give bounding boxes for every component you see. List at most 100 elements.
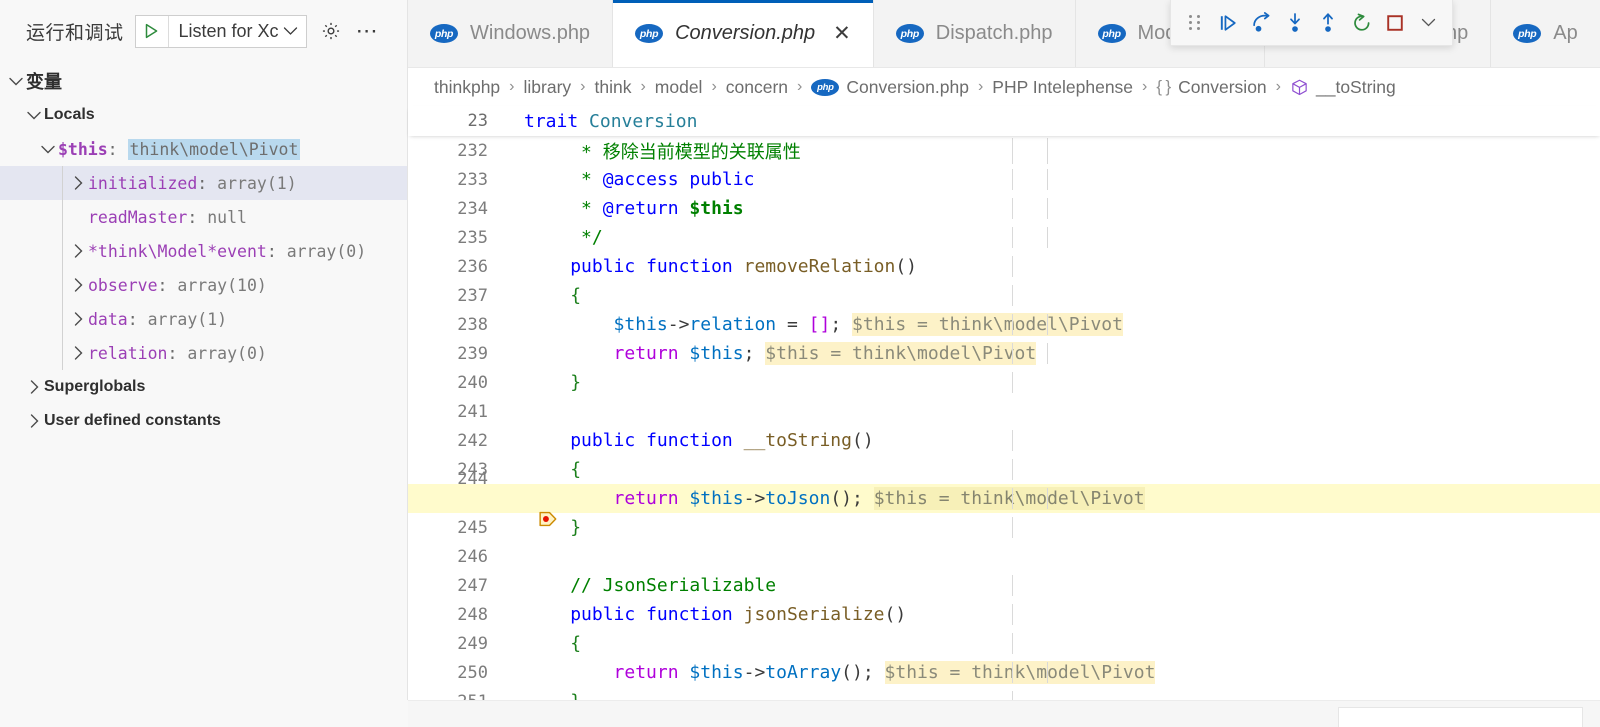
tab-ap[interactable]: php Ap — [1491, 0, 1600, 67]
breadcrumb-item-thinkphp[interactable]: thinkphp — [434, 77, 500, 98]
tree-indent-line — [62, 166, 63, 200]
continue-button[interactable] — [1212, 6, 1243, 40]
tree-item-locals[interactable]: Locals — [0, 98, 407, 132]
line-number: 237 — [457, 285, 488, 306]
variable-name: readMaster — [88, 207, 188, 227]
breadcrumb-item-concern[interactable]: concern — [726, 77, 788, 98]
tree-item-this[interactable]: $this : think\model\Pivot — [0, 132, 407, 166]
breadcrumb-item-tostring[interactable]: __toString — [1290, 77, 1396, 98]
debug-toolbar-drag-handle[interactable] — [1179, 6, 1210, 40]
code-line-245[interactable]: 245 } — [408, 513, 1600, 542]
line-number: 240 — [457, 372, 488, 393]
code-line-242[interactable]: 242 public function __toString() — [408, 426, 1600, 455]
line-content: { — [502, 285, 1600, 306]
breadcrumb-item-conversion[interactable]: { } Conversion — [1156, 77, 1266, 98]
stop-button[interactable] — [1379, 6, 1410, 40]
more-actions-button[interactable]: ⋯ — [355, 18, 381, 44]
code-line-249[interactable]: 249 { — [408, 629, 1600, 658]
breadcrumb-label: PHP Intelephense — [992, 76, 1134, 97]
code-line-248[interactable]: 248 public function jsonSerialize() — [408, 600, 1600, 629]
variable-value: array(0) — [187, 343, 267, 363]
chevron-right-icon — [24, 380, 44, 394]
breadcrumb-item-model[interactable]: model — [655, 77, 703, 98]
breadcrumb-item-library[interactable]: library — [524, 77, 572, 98]
breakpoint-execution-pointer-icon[interactable] — [416, 489, 557, 526]
variables-tree: 变量 Locals $this : think\model\Pivot init… — [0, 62, 407, 438]
breadcrumb-separator: › — [1142, 78, 1148, 95]
close-icon[interactable]: ✕ — [833, 23, 851, 44]
sticky-scope-line[interactable]: 23 trait Conversion — [408, 106, 1600, 136]
breadcrumb-item-think[interactable]: think — [594, 77, 631, 98]
tab-conversion-php[interactable]: php Conversion.php ✕ — [613, 0, 874, 67]
line-number: 250 — [457, 662, 488, 683]
breadcrumb-item-php-intelephense[interactable]: PHP Intelephense — [992, 77, 1133, 98]
tab-label: Dispatch.php — [935, 22, 1053, 44]
php-file-icon: php — [430, 24, 458, 43]
start-debugging-button[interactable] — [136, 15, 169, 47]
bottom-panel — [408, 700, 1600, 727]
tab-label: Conversion.php — [675, 22, 816, 44]
code-line-234[interactable]: 234 * @return $this — [408, 194, 1600, 223]
stop-icon — [1387, 14, 1403, 31]
variables-section-header[interactable]: 变量 — [0, 64, 407, 98]
tree-item-readmaster[interactable]: readMaster : null — [0, 200, 407, 234]
step-into-button[interactable] — [1279, 6, 1310, 40]
tree-item-data[interactable]: data : array(1) — [0, 302, 407, 336]
code-line-247[interactable]: 247 // JsonSerializable — [408, 571, 1600, 600]
chevron-down-icon — [6, 77, 26, 86]
variable-separator: : — [187, 207, 208, 227]
php-file-icon: php — [1097, 24, 1126, 43]
step-over-button[interactable] — [1246, 6, 1277, 40]
breadcrumb-label: concern — [725, 76, 789, 97]
open-launch-json-button[interactable] — [318, 18, 344, 44]
line-content: return $this; $this = think\model\Pivot — [502, 342, 1600, 365]
variable-separator: : — [197, 173, 218, 193]
code-line-241[interactable]: 241 — [408, 397, 1600, 426]
line-number: 242 — [457, 430, 488, 451]
breadcrumb-separator: › — [797, 78, 803, 95]
code-line-243[interactable]: 243 { — [408, 455, 1600, 484]
tree-item-observe[interactable]: observe : array(10) — [0, 268, 407, 302]
code-line-232[interactable]: 232 * 移除当前模型的关联属性 — [408, 136, 1600, 165]
breadcrumb-item-conversion-php[interactable]: php Conversion.php — [811, 77, 969, 98]
sticky-scope-text: trait Conversion — [524, 110, 698, 132]
step-out-button[interactable] — [1313, 6, 1344, 40]
debug-toolbar-overflow-button[interactable] — [1413, 6, 1444, 40]
code-line-244-current[interactable]: 244 return $this->toJson(); $this = thin… — [408, 469, 1600, 526]
tree-item-user-defined-constants[interactable]: User defined constants — [0, 404, 407, 438]
chevron-down-icon — [24, 111, 44, 120]
variable-value: array(10) — [177, 275, 267, 295]
variable-separator: : — [127, 309, 148, 329]
variable-name: initialized — [88, 173, 198, 193]
restart-button[interactable] — [1346, 6, 1377, 40]
launch-config-dropdown[interactable] — [281, 26, 306, 36]
tree-item-relation[interactable]: relation : array(0) — [0, 336, 407, 370]
tree-item-think-model-event[interactable]: *think\Model*event : array(0) — [0, 234, 407, 268]
line-number: 239 — [457, 343, 488, 364]
code-line-240[interactable]: 240 } — [408, 368, 1600, 397]
step-into-icon — [1289, 12, 1300, 32]
code-line-236[interactable]: 236 public function removeRelation() — [408, 252, 1600, 281]
tree-item-superglobals[interactable]: Superglobals — [0, 370, 407, 404]
line-content: * @access public — [502, 169, 1600, 190]
tree-item-initialized[interactable]: initialized : array(1) — [0, 166, 407, 200]
bottom-panel-input[interactable] — [1337, 707, 1583, 727]
line-content: // JsonSerializable — [502, 575, 1600, 596]
line-number: 248 — [457, 604, 488, 625]
tab-windows-php[interactable]: php Windows.php — [408, 0, 614, 67]
variable-name: *think\Model*event — [88, 241, 267, 261]
code-line-239[interactable]: 239 return $this; $this = think\model\Pi… — [408, 339, 1600, 368]
tab-dispatch-php[interactable]: php Dispatch.php — [873, 0, 1076, 67]
php-file-icon: php — [895, 24, 924, 43]
code-line-238[interactable]: 238 $this->relation = []; $this = think\… — [408, 310, 1600, 339]
variable-separator: : — [266, 241, 287, 261]
php-file-icon: php — [1513, 24, 1542, 43]
code-line-250[interactable]: 250 return $this->toArray(); $this = thi… — [408, 658, 1600, 687]
code-line-233[interactable]: 233 * @access public — [408, 165, 1600, 194]
code-line-246[interactable]: 246 — [408, 542, 1600, 571]
code-editor-content[interactable]: 232 * 移除当前模型的关联属性 233 * @access public 2… — [408, 136, 1600, 727]
code-line-237[interactable]: 237 { — [408, 281, 1600, 310]
line-content: * 移除当前模型的关联属性 — [502, 137, 1600, 164]
code-line-235[interactable]: 235 */ — [408, 223, 1600, 252]
launch-configuration-selector[interactable]: Listen for Xc — [134, 14, 307, 48]
